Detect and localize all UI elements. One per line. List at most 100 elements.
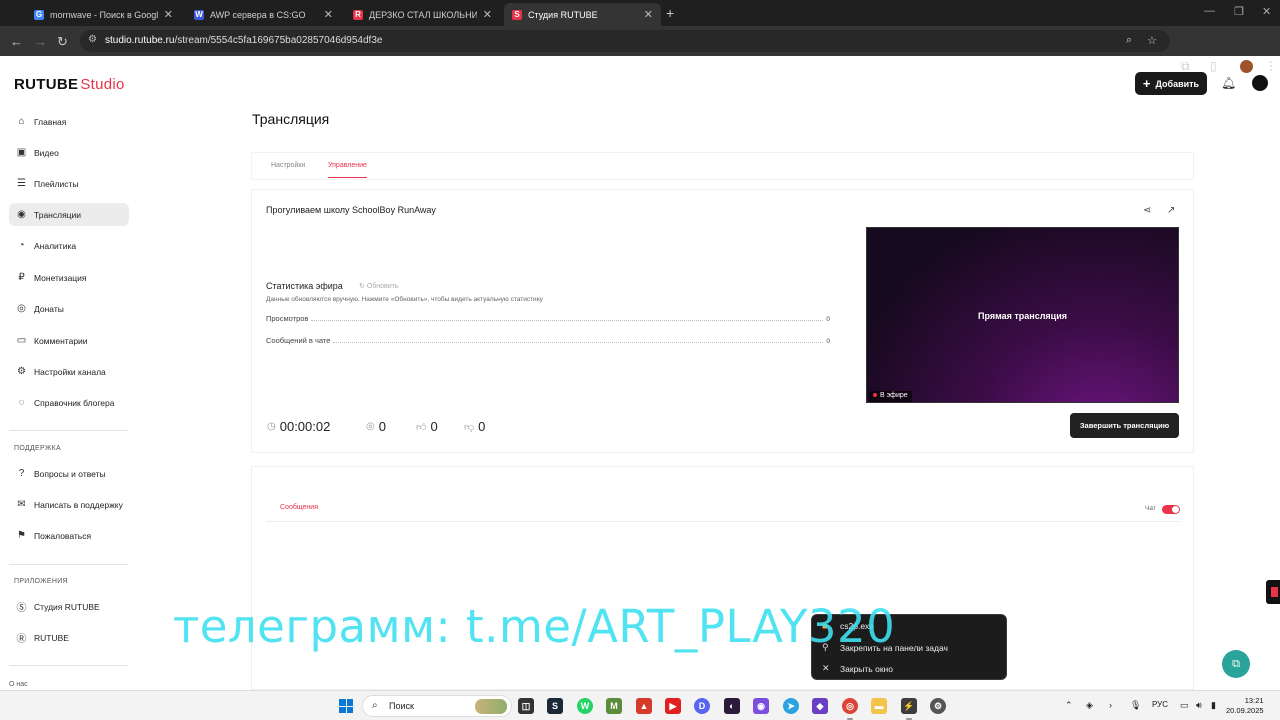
close-tab-icon[interactable]: ✕ <box>644 8 653 21</box>
thumbs-up-icon: 👍︎ <box>416 421 427 433</box>
browser-tab-title: AWP сервера в CS:GO <box>210 9 306 20</box>
task-view-icon[interactable]: ◫ <box>518 698 534 714</box>
sidebar-item-monetization[interactable]: ₽ Монетизация <box>9 266 129 289</box>
tab-messages[interactable]: Сообщения <box>280 504 318 511</box>
sidebar-item-report[interactable]: ⚑ Пожаловаться <box>9 524 129 547</box>
battery-icon[interactable]: ▮ <box>1211 700 1216 711</box>
sidebar-item-faq[interactable]: ? Вопросы и ответы <box>9 462 129 485</box>
sidebar-item-home[interactable]: ⌂ Главная <box>9 110 129 133</box>
site-info-icon[interactable]: ⚙ <box>88 34 97 45</box>
zoom-icon[interactable]: ⌕ <box>1126 34 1132 47</box>
chat-card: Сообщения Чат <box>252 467 1193 689</box>
apps-section-title: ПРИЛОЖЕНИЯ <box>14 578 68 585</box>
bookmark-star-icon[interactable]: ☆ <box>1147 34 1157 47</box>
sidebar-item-comments[interactable]: ▭ Комментарии <box>9 329 129 352</box>
whatsapp-icon[interactable]: W <box>577 698 593 714</box>
user-avatar[interactable] <box>1252 75 1268 91</box>
sidebar-item-analytics[interactable]: ◔ Аналитика <box>9 234 129 257</box>
maximize-icon[interactable]: ❐ <box>1234 5 1244 18</box>
tray-arrow-icon[interactable]: › <box>1109 700 1112 710</box>
mail-icon: ✉ <box>17 499 26 510</box>
support-chat-button[interactable]: ⧉ <box>1222 650 1250 678</box>
back-icon[interactable]: ← <box>10 34 23 49</box>
app-icon[interactable]: ◉ <box>753 698 769 714</box>
media-app-icon[interactable]: ▶ <box>665 698 681 714</box>
stream-preview-player[interactable]: Прямая трансляция В эфире <box>866 227 1179 403</box>
telegram-icon[interactable]: ➤ <box>783 698 799 714</box>
sidebar-item-studio-app[interactable]: Ⓢ Студия RUTUBE <box>9 595 129 618</box>
volume-icon[interactable]: 🔊︎ <box>1196 700 1202 711</box>
end-stream-button[interactable]: Завершить трансляцию <box>1070 413 1179 438</box>
browser-tab[interactable]: W AWP сервера в CS:GO ✕ <box>186 3 341 26</box>
obs-icon[interactable]: ◐ <box>724 698 740 714</box>
chat-bubble-icon: ⧉ <box>1232 657 1240 670</box>
taskbar-clock[interactable]: 13:21 20.09.2025 <box>1226 696 1264 716</box>
sidebar-item-rutube-app[interactable]: Ⓡ RUTUBE <box>9 626 129 649</box>
profile-avatar[interactable] <box>1240 60 1253 73</box>
rutube-app-icon: Ⓡ <box>16 634 27 645</box>
viewer-count: ◎ 0 <box>366 419 386 434</box>
search-highlight-image <box>475 699 507 714</box>
browser-tab[interactable]: G mornwave - Поиск в Google ✕ <box>26 3 181 26</box>
sidebar-item-broadcasts[interactable]: ◉ Трансляции <box>9 203 129 226</box>
app-icon[interactable]: ⚙ <box>930 698 946 714</box>
tab-management[interactable]: Управление <box>328 162 367 178</box>
menu-dots-icon[interactable]: ⋮ <box>1265 59 1277 73</box>
close-window-icon[interactable]: ✕ <box>1262 5 1271 18</box>
side-widget-tab[interactable] <box>1266 580 1280 604</box>
game-launcher-icon[interactable]: ▲ <box>636 698 652 714</box>
browser-tab-bar: G mornwave - Поиск в Google ✕ W AWP серв… <box>0 0 1280 26</box>
add-button[interactable]: + Добавить <box>1135 72 1207 95</box>
video-icon: ▣ <box>16 147 27 158</box>
browser-tab-active[interactable]: S Студия RUTUBE ✕ <box>504 3 661 26</box>
settings-icon: ⚙ <box>17 366 26 377</box>
sidebar-panel-icon[interactable]: ▯ <box>1210 59 1217 73</box>
discord-icon[interactable]: D <box>694 698 710 714</box>
about-link[interactable]: О нас <box>9 681 28 688</box>
live-dot-icon <box>873 393 877 398</box>
cs2-icon[interactable]: ⚡ <box>901 698 917 720</box>
sidebar-item-blogger-guide[interactable]: ◌ Справочник блогера <box>9 391 129 414</box>
new-tab-icon[interactable]: + <box>666 5 674 21</box>
file-explorer-icon[interactable]: ▬ <box>871 698 887 714</box>
close-tab-icon[interactable]: ✕ <box>324 8 333 21</box>
sidebar-item-donations[interactable]: ◎ Донаты <box>9 297 129 320</box>
sidebar-item-video[interactable]: ▣ Видео <box>9 141 129 164</box>
rutube-studio-logo[interactable]: RUTUBE Studio <box>14 76 125 93</box>
player-status-text: Прямая трансляция <box>977 311 1068 321</box>
steam-icon[interactable]: S <box>547 698 563 714</box>
sidebar-item-contact-support[interactable]: ✉ Написать в поддержку <box>9 493 129 516</box>
close-tab-icon[interactable]: ✕ <box>164 8 173 21</box>
tab-settings[interactable]: Настройки <box>271 162 305 169</box>
sidebar-item-channel-settings[interactable]: ⚙ Настройки канала <box>9 360 129 383</box>
share-icon[interactable]: ⋖ <box>1143 205 1151 216</box>
minimize-icon[interactable]: — <box>1204 5 1215 17</box>
close-tab-icon[interactable]: ✕ <box>483 8 492 21</box>
microphone-icon[interactable]: 🎙︎ <box>1130 700 1141 711</box>
stream-duration: ◷ 00:00:02 <box>267 419 331 434</box>
chevron-up-icon[interactable]: ⌃ <box>1065 700 1073 711</box>
tray-app-icon[interactable]: ◈ <box>1086 700 1093 711</box>
forward-icon[interactable]: → <box>34 34 47 49</box>
chrome-icon[interactable]: ◎ <box>842 698 858 720</box>
stat-row-views: Просмотров 0 <box>266 314 830 323</box>
like-count: 👍︎ 0 <box>416 419 438 434</box>
minecraft-icon[interactable]: M <box>606 698 622 714</box>
address-bar[interactable]: ⚙ studio.rutube.ru/stream/5554c5fa169675… <box>80 30 1170 52</box>
windows-start-icon[interactable] <box>339 699 353 713</box>
taskbar-search[interactable]: ⌕ Поиск <box>362 695 512 717</box>
browser-tab[interactable]: R ДЕРЗКО СТАЛ ШКОЛЬНИКОМ ✕ <box>345 3 500 26</box>
network-icon[interactable]: ▭ <box>1180 700 1189 711</box>
reload-icon[interactable]: ↻ <box>57 34 68 50</box>
stats-title: Статистика эфира <box>266 281 343 291</box>
language-indicator[interactable]: РУС <box>1152 700 1168 709</box>
app-icon[interactable]: ◆ <box>812 698 828 714</box>
context-menu-close-window[interactable]: ✕ Закрыть окно <box>822 663 893 674</box>
refresh-button[interactable]: ↻ Обновить <box>359 282 399 290</box>
site-favicon-icon: W <box>194 9 204 20</box>
external-link-icon[interactable]: ↗ <box>1167 205 1175 216</box>
plus-icon: + <box>1142 76 1151 91</box>
chat-toggle[interactable] <box>1162 505 1180 514</box>
sidebar-item-playlists[interactable]: ☰ Плейлисты <box>9 172 129 195</box>
notifications-bell-icon[interactable]: 🔔︎ <box>1221 76 1236 90</box>
